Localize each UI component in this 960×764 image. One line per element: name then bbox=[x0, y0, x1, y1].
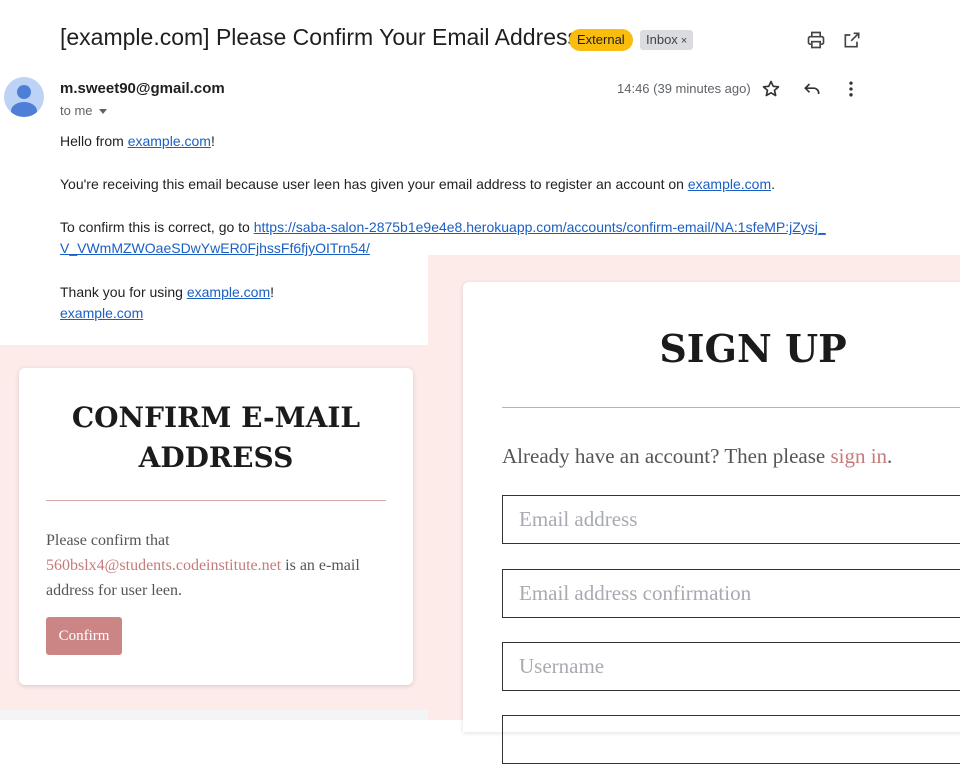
email-field-wrapper bbox=[502, 495, 960, 544]
signature-link[interactable]: example.com bbox=[60, 305, 143, 321]
thanks-text: Thank you for using bbox=[60, 284, 187, 300]
confirm-link-continued: V_VWmMZWOaeSDwYwER0FjhssFf6fjyOITrn54/ bbox=[60, 240, 370, 256]
recipient-label: to me bbox=[60, 103, 93, 118]
email-timestamp: 14:46 (39 minutes ago) bbox=[617, 81, 751, 96]
inbox-label-text: Inbox bbox=[646, 32, 678, 47]
username-field-wrapper bbox=[502, 642, 960, 691]
more-vert-icon[interactable] bbox=[839, 77, 863, 101]
remove-label-icon[interactable]: × bbox=[681, 35, 687, 47]
chevron-down-icon[interactable] bbox=[98, 109, 107, 115]
print-icon[interactable] bbox=[804, 28, 828, 52]
signin-prompt-text: Already have an account? Then please bbox=[502, 444, 831, 468]
open-in-new-window-icon[interactable] bbox=[840, 28, 864, 52]
confirm-message: Please confirm that 560bslx4@students.co… bbox=[46, 528, 386, 603]
email-subject: [example.com] Please Confirm Your Email … bbox=[60, 24, 580, 50]
confirm-heading-line1: CONFIRM E-MAIL bbox=[71, 401, 361, 434]
thanks-link[interactable]: example.com bbox=[187, 284, 270, 300]
greeting-link[interactable]: example.com bbox=[128, 133, 211, 149]
signin-link[interactable]: sign in bbox=[830, 444, 887, 468]
email-field[interactable] bbox=[503, 496, 960, 543]
signature-line: example.com bbox=[60, 305, 143, 321]
email-confirm-field-wrapper bbox=[502, 569, 960, 618]
confirm-message-prefix: Please confirm that bbox=[46, 532, 170, 549]
password-field[interactable] bbox=[503, 716, 960, 763]
greeting-line: Hello from example.com! bbox=[60, 133, 215, 149]
confirm-divider bbox=[46, 500, 386, 501]
external-badge: External bbox=[569, 29, 633, 51]
confirm-email-card: CONFIRM E-MAIL ADDRESS Please confirm th… bbox=[19, 368, 413, 685]
email-confirmation-field[interactable] bbox=[503, 570, 960, 617]
confirm-button[interactable]: Confirm bbox=[46, 617, 122, 655]
greeting-suffix: ! bbox=[210, 133, 215, 149]
confirm-instruction-line: To confirm this is correct, go to https:… bbox=[60, 219, 826, 235]
confirm-email-heading: CONFIRM E-MAIL ADDRESS bbox=[19, 398, 413, 478]
reply-icon[interactable] bbox=[800, 77, 824, 101]
confirm-email-address: 560bslx4@students.codeinstitute.net bbox=[46, 557, 282, 574]
signup-divider bbox=[502, 407, 960, 408]
inbox-label[interactable]: Inbox × bbox=[640, 30, 694, 50]
greeting-text: Hello from bbox=[60, 133, 128, 149]
confirm-link-part2[interactable]: V_VWmMZWOaeSDwYwER0FjhssFf6fjyOITrn54/ bbox=[60, 240, 370, 256]
confirm-page-footer-strip bbox=[0, 710, 428, 720]
star-icon[interactable] bbox=[759, 77, 783, 101]
signup-card: SIGN UP Already have an account? Then pl… bbox=[463, 282, 960, 764]
recipient-details[interactable]: to me bbox=[60, 103, 107, 118]
reason-text: You're receiving this email because user… bbox=[60, 176, 688, 192]
username-field[interactable] bbox=[503, 643, 960, 690]
reason-suffix: . bbox=[771, 176, 776, 192]
reason-line: You're receiving this email because user… bbox=[60, 176, 775, 192]
sender-email[interactable]: m.sweet90@gmail.com bbox=[60, 80, 225, 97]
avatar-icon[interactable] bbox=[4, 77, 44, 117]
thanks-suffix: ! bbox=[270, 284, 275, 300]
thanks-line: Thank you for using example.com! bbox=[60, 284, 274, 300]
confirm-link[interactable]: https://saba-salon-2875b1e9e4e8.herokuap… bbox=[254, 219, 826, 235]
signin-prompt: Already have an account? Then please sig… bbox=[502, 444, 892, 469]
password-field-wrapper bbox=[502, 715, 960, 764]
signup-heading: SIGN UP bbox=[659, 326, 847, 371]
reason-link[interactable]: example.com bbox=[688, 176, 771, 192]
confirm-instruction-text: To confirm this is correct, go to bbox=[60, 219, 254, 235]
confirm-heading-line2: ADDRESS bbox=[138, 441, 294, 474]
signin-prompt-suffix: . bbox=[887, 444, 893, 468]
